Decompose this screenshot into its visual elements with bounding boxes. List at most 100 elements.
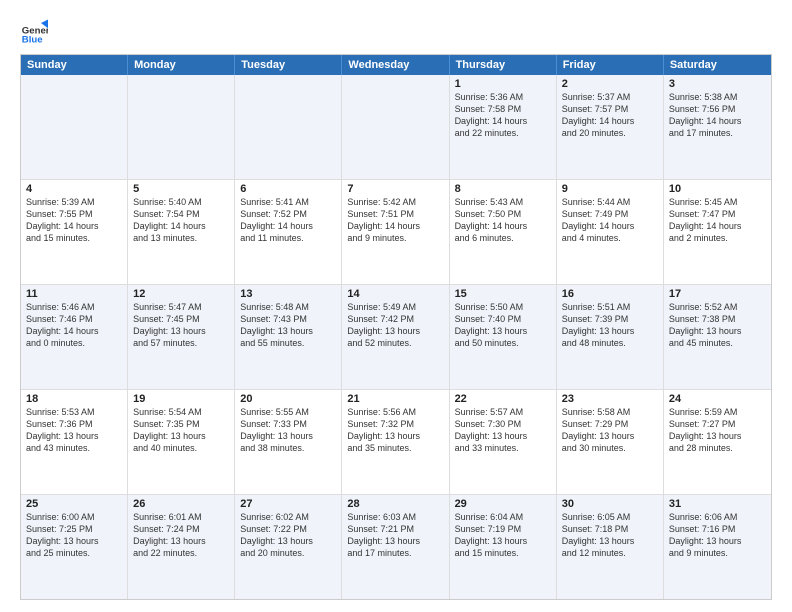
calendar-cell <box>235 75 342 179</box>
day-number: 12 <box>133 288 229 300</box>
day-info: Sunrise: 5:36 AM Sunset: 7:58 PM Dayligh… <box>455 91 551 140</box>
day-info: Sunrise: 5:44 AM Sunset: 7:49 PM Dayligh… <box>562 196 658 245</box>
day-number: 3 <box>669 78 766 90</box>
calendar-cell: 9Sunrise: 5:44 AM Sunset: 7:49 PM Daylig… <box>557 180 664 284</box>
day-info: Sunrise: 5:38 AM Sunset: 7:56 PM Dayligh… <box>669 91 766 140</box>
day-number: 30 <box>562 498 658 510</box>
page-header: General Blue <box>20 16 772 44</box>
day-number: 10 <box>669 183 766 195</box>
day-number: 24 <box>669 393 766 405</box>
day-number: 22 <box>455 393 551 405</box>
day-info: Sunrise: 5:41 AM Sunset: 7:52 PM Dayligh… <box>240 196 336 245</box>
day-info: Sunrise: 5:55 AM Sunset: 7:33 PM Dayligh… <box>240 406 336 455</box>
day-info: Sunrise: 5:40 AM Sunset: 7:54 PM Dayligh… <box>133 196 229 245</box>
day-info: Sunrise: 5:59 AM Sunset: 7:27 PM Dayligh… <box>669 406 766 455</box>
calendar-cell: 21Sunrise: 5:56 AM Sunset: 7:32 PM Dayli… <box>342 390 449 494</box>
calendar-body: 1Sunrise: 5:36 AM Sunset: 7:58 PM Daylig… <box>21 75 771 599</box>
calendar-cell <box>128 75 235 179</box>
calendar-cell: 22Sunrise: 5:57 AM Sunset: 7:30 PM Dayli… <box>450 390 557 494</box>
day-number: 16 <box>562 288 658 300</box>
calendar-cell: 1Sunrise: 5:36 AM Sunset: 7:58 PM Daylig… <box>450 75 557 179</box>
calendar-cell: 8Sunrise: 5:43 AM Sunset: 7:50 PM Daylig… <box>450 180 557 284</box>
day-number: 6 <box>240 183 336 195</box>
calendar-cell <box>342 75 449 179</box>
day-info: Sunrise: 5:54 AM Sunset: 7:35 PM Dayligh… <box>133 406 229 455</box>
calendar-cell: 12Sunrise: 5:47 AM Sunset: 7:45 PM Dayli… <box>128 285 235 389</box>
day-info: Sunrise: 5:37 AM Sunset: 7:57 PM Dayligh… <box>562 91 658 140</box>
calendar: SundayMondayTuesdayWednesdayThursdayFrid… <box>20 54 772 600</box>
day-number: 26 <box>133 498 229 510</box>
calendar-cell: 5Sunrise: 5:40 AM Sunset: 7:54 PM Daylig… <box>128 180 235 284</box>
day-info: Sunrise: 5:46 AM Sunset: 7:46 PM Dayligh… <box>26 301 122 350</box>
day-number: 4 <box>26 183 122 195</box>
day-info: Sunrise: 6:04 AM Sunset: 7:19 PM Dayligh… <box>455 511 551 560</box>
day-number: 8 <box>455 183 551 195</box>
day-info: Sunrise: 5:43 AM Sunset: 7:50 PM Dayligh… <box>455 196 551 245</box>
day-number: 23 <box>562 393 658 405</box>
weekday-header: Monday <box>128 55 235 75</box>
day-number: 5 <box>133 183 229 195</box>
day-info: Sunrise: 5:51 AM Sunset: 7:39 PM Dayligh… <box>562 301 658 350</box>
calendar-cell: 19Sunrise: 5:54 AM Sunset: 7:35 PM Dayli… <box>128 390 235 494</box>
day-info: Sunrise: 5:57 AM Sunset: 7:30 PM Dayligh… <box>455 406 551 455</box>
day-number: 2 <box>562 78 658 90</box>
day-info: Sunrise: 5:39 AM Sunset: 7:55 PM Dayligh… <box>26 196 122 245</box>
calendar-cell: 7Sunrise: 5:42 AM Sunset: 7:51 PM Daylig… <box>342 180 449 284</box>
calendar-cell: 29Sunrise: 6:04 AM Sunset: 7:19 PM Dayli… <box>450 495 557 599</box>
day-info: Sunrise: 5:49 AM Sunset: 7:42 PM Dayligh… <box>347 301 443 350</box>
day-number: 31 <box>669 498 766 510</box>
day-number: 17 <box>669 288 766 300</box>
calendar-row: 11Sunrise: 5:46 AM Sunset: 7:46 PM Dayli… <box>21 284 771 389</box>
calendar-row: 18Sunrise: 5:53 AM Sunset: 7:36 PM Dayli… <box>21 389 771 494</box>
day-number: 29 <box>455 498 551 510</box>
calendar-cell: 28Sunrise: 6:03 AM Sunset: 7:21 PM Dayli… <box>342 495 449 599</box>
calendar-cell <box>21 75 128 179</box>
calendar-cell: 25Sunrise: 6:00 AM Sunset: 7:25 PM Dayli… <box>21 495 128 599</box>
calendar-cell: 14Sunrise: 5:49 AM Sunset: 7:42 PM Dayli… <box>342 285 449 389</box>
day-number: 13 <box>240 288 336 300</box>
day-number: 27 <box>240 498 336 510</box>
logo: General Blue <box>20 16 48 44</box>
day-info: Sunrise: 6:02 AM Sunset: 7:22 PM Dayligh… <box>240 511 336 560</box>
day-info: Sunrise: 5:56 AM Sunset: 7:32 PM Dayligh… <box>347 406 443 455</box>
weekday-header: Friday <box>557 55 664 75</box>
calendar-cell: 24Sunrise: 5:59 AM Sunset: 7:27 PM Dayli… <box>664 390 771 494</box>
day-number: 11 <box>26 288 122 300</box>
day-info: Sunrise: 6:01 AM Sunset: 7:24 PM Dayligh… <box>133 511 229 560</box>
day-info: Sunrise: 5:58 AM Sunset: 7:29 PM Dayligh… <box>562 406 658 455</box>
day-info: Sunrise: 5:45 AM Sunset: 7:47 PM Dayligh… <box>669 196 766 245</box>
day-number: 19 <box>133 393 229 405</box>
calendar-cell: 15Sunrise: 5:50 AM Sunset: 7:40 PM Dayli… <box>450 285 557 389</box>
day-number: 18 <box>26 393 122 405</box>
calendar-header: SundayMondayTuesdayWednesdayThursdayFrid… <box>21 55 771 75</box>
calendar-cell: 18Sunrise: 5:53 AM Sunset: 7:36 PM Dayli… <box>21 390 128 494</box>
calendar-row: 1Sunrise: 5:36 AM Sunset: 7:58 PM Daylig… <box>21 75 771 179</box>
weekday-header: Thursday <box>450 55 557 75</box>
calendar-cell: 20Sunrise: 5:55 AM Sunset: 7:33 PM Dayli… <box>235 390 342 494</box>
calendar-cell: 3Sunrise: 5:38 AM Sunset: 7:56 PM Daylig… <box>664 75 771 179</box>
calendar-cell: 17Sunrise: 5:52 AM Sunset: 7:38 PM Dayli… <box>664 285 771 389</box>
weekday-header: Tuesday <box>235 55 342 75</box>
calendar-cell: 30Sunrise: 6:05 AM Sunset: 7:18 PM Dayli… <box>557 495 664 599</box>
day-number: 28 <box>347 498 443 510</box>
calendar-cell: 27Sunrise: 6:02 AM Sunset: 7:22 PM Dayli… <box>235 495 342 599</box>
calendar-row: 25Sunrise: 6:00 AM Sunset: 7:25 PM Dayli… <box>21 494 771 599</box>
day-number: 9 <box>562 183 658 195</box>
day-info: Sunrise: 6:00 AM Sunset: 7:25 PM Dayligh… <box>26 511 122 560</box>
day-number: 7 <box>347 183 443 195</box>
weekday-header: Saturday <box>664 55 771 75</box>
day-info: Sunrise: 5:48 AM Sunset: 7:43 PM Dayligh… <box>240 301 336 350</box>
calendar-cell: 6Sunrise: 5:41 AM Sunset: 7:52 PM Daylig… <box>235 180 342 284</box>
calendar-cell: 11Sunrise: 5:46 AM Sunset: 7:46 PM Dayli… <box>21 285 128 389</box>
calendar-cell: 23Sunrise: 5:58 AM Sunset: 7:29 PM Dayli… <box>557 390 664 494</box>
day-number: 1 <box>455 78 551 90</box>
calendar-cell: 2Sunrise: 5:37 AM Sunset: 7:57 PM Daylig… <box>557 75 664 179</box>
day-number: 20 <box>240 393 336 405</box>
day-info: Sunrise: 5:50 AM Sunset: 7:40 PM Dayligh… <box>455 301 551 350</box>
svg-text:Blue: Blue <box>22 34 43 44</box>
day-info: Sunrise: 5:47 AM Sunset: 7:45 PM Dayligh… <box>133 301 229 350</box>
calendar-cell: 31Sunrise: 6:06 AM Sunset: 7:16 PM Dayli… <box>664 495 771 599</box>
calendar-cell: 10Sunrise: 5:45 AM Sunset: 7:47 PM Dayli… <box>664 180 771 284</box>
day-info: Sunrise: 5:52 AM Sunset: 7:38 PM Dayligh… <box>669 301 766 350</box>
day-number: 25 <box>26 498 122 510</box>
